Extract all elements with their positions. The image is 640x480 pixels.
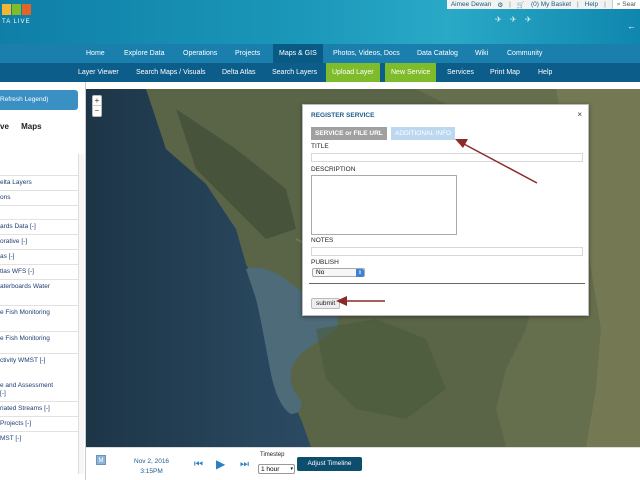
layer-item[interactable]: e Fish Monitoring: [0, 331, 78, 353]
nav-upload-layer[interactable]: Upload Layer: [326, 63, 380, 82]
submit-button[interactable]: submit: [311, 298, 341, 309]
time-text: 3:15PM: [140, 468, 163, 475]
logo-shape-orange: [22, 4, 31, 15]
publish-label: PUBLISH: [311, 259, 339, 266]
adjust-timeline-button[interactable]: Adjust Timeline: [297, 457, 362, 471]
nav-new-service[interactable]: New Service: [385, 63, 437, 82]
separator: |: [577, 1, 579, 8]
nav-delta-atlas[interactable]: Delta Atlas: [222, 63, 255, 82]
timestep-label: Timestep: [260, 452, 285, 458]
logo-shape-green: [12, 4, 21, 15]
separator: |: [509, 1, 511, 8]
nav-wiki[interactable]: Wiki: [475, 44, 488, 63]
delta-live-logo[interactable]: [2, 4, 31, 15]
nav-print-map[interactable]: Print Map: [490, 63, 520, 82]
nav-services[interactable]: Services: [447, 63, 474, 82]
help-link[interactable]: Help: [585, 1, 598, 8]
layer-item[interactable]: [-]: [0, 389, 78, 401]
refresh-legend-button[interactable]: Refresh Legend): [0, 90, 78, 110]
logo-shape-yellow: [2, 4, 11, 15]
arrow-left-icon[interactable]: ←: [627, 21, 636, 31]
chevron-down-icon: ⇕: [356, 269, 364, 277]
secondary-nav: Layer Viewer Search Maps / Visuals Delta…: [0, 63, 640, 82]
m-button[interactable]: M: [96, 455, 106, 465]
chevron-down-icon: ▾: [290, 466, 293, 472]
nav-home[interactable]: Home: [86, 44, 105, 63]
layer-item[interactable]: aterboards Water: [0, 279, 78, 305]
tab-service-or-file-url[interactable]: SERVICE or FILE URL: [311, 127, 387, 140]
sidebar-tabs: ve Maps: [0, 122, 52, 131]
layer-item[interactable]: MST [-]: [0, 431, 78, 446]
notes-input[interactable]: [311, 247, 583, 256]
timeline-date: Nov 2, 2016 3:15PM: [134, 457, 169, 477]
user-name-link[interactable]: Aimee Dewan: [451, 1, 491, 8]
nav-projects[interactable]: Projects: [235, 44, 260, 63]
tab-additional-info[interactable]: ADDITIONAL INFO: [391, 127, 456, 140]
nav-search-maps-visuals[interactable]: Search Maps / Visuals: [136, 63, 206, 82]
logo-text: TA LIVE: [2, 19, 31, 25]
layer-list: elta Layers ons ards Data [-] orative [-…: [0, 175, 78, 446]
step-forward-icon[interactable]: ⏭: [240, 459, 249, 470]
layer-item[interactable]: Projects [-]: [0, 416, 78, 431]
layer-item[interactable]: riated Streams [-]: [0, 401, 78, 416]
step-back-icon[interactable]: ⏮: [194, 459, 203, 470]
nav-maps-gis[interactable]: Maps & GIS: [273, 44, 323, 63]
search-box[interactable]: ⌕ Sear: [611, 0, 640, 9]
layer-item[interactable]: ons: [0, 190, 78, 205]
description-label: DESCRIPTION: [311, 166, 356, 173]
zoom-out-button[interactable]: −: [93, 106, 101, 116]
timeline-bar: M Nov 2, 2016 3:15PM ⏮ ▶ ⏭ Timestep 1 ho…: [86, 447, 640, 480]
primary-nav: Home Explore Data Operations Projects Ma…: [0, 44, 640, 63]
site-header: TA LIVE ✈ ✈ ✈ Aimee Dewan ⚙ | 🛒 (0) My B…: [0, 0, 640, 44]
basket-icon[interactable]: 🛒: [517, 1, 525, 9]
nav-photos-videos-docs[interactable]: Photos, Videos, Docs: [333, 44, 400, 63]
timestep-select[interactable]: 1 hour ▾: [258, 464, 295, 474]
zoom-in-button[interactable]: +: [93, 96, 101, 106]
layer-item[interactable]: orative [-]: [0, 234, 78, 249]
register-service-dialog: REGISTER SERVICE × SERVICE or FILE URL A…: [302, 104, 589, 316]
play-icon[interactable]: ▶: [216, 457, 225, 471]
map-zoom-control: + −: [92, 95, 102, 117]
nav-operations[interactable]: Operations: [183, 44, 217, 63]
tab-maps[interactable]: Maps: [21, 122, 41, 131]
search-placeholder: Sear: [622, 1, 636, 8]
description-textarea[interactable]: [311, 175, 457, 235]
publish-selected-value: No: [316, 269, 325, 276]
publish-select[interactable]: No ⇕: [312, 268, 365, 277]
nav-community[interactable]: Community: [507, 44, 542, 63]
birds-decoration-icon: ✈ ✈ ✈: [495, 15, 535, 24]
user-bar: Aimee Dewan ⚙ | 🛒 (0) My Basket | Help |…: [446, 0, 640, 9]
nav-explore-data[interactable]: Explore Data: [124, 44, 164, 63]
gear-icon[interactable]: ⚙: [497, 1, 503, 9]
layer-sidebar: Refresh Legend) ve Maps elta Layers ons …: [0, 82, 86, 480]
close-icon[interactable]: ×: [577, 110, 582, 119]
nav-data-catalog[interactable]: Data Catalog: [417, 44, 458, 63]
notes-label: NOTES: [311, 237, 334, 244]
tab-active[interactable]: ve: [0, 122, 9, 131]
nav-layer-viewer[interactable]: Layer Viewer: [78, 63, 119, 82]
date-text: Nov 2, 2016: [134, 458, 170, 465]
layer-item[interactable]: ctivity WMST [-]: [0, 353, 78, 379]
basket-link[interactable]: (0) My Basket: [531, 1, 571, 8]
nav-help[interactable]: Help: [538, 63, 552, 82]
layer-item[interactable]: e Fish Monitoring: [0, 305, 78, 331]
title-input[interactable]: [311, 153, 583, 162]
title-label: TITLE: [311, 143, 329, 150]
dialog-title: REGISTER SERVICE: [311, 112, 375, 119]
nav-search-layers[interactable]: Search Layers: [272, 63, 317, 82]
sidebar-scrollbar[interactable]: [78, 154, 84, 474]
layer-item[interactable]: ards Data [-]: [0, 219, 78, 234]
layer-item[interactable]: elta Layers: [0, 175, 78, 190]
separator: |: [604, 1, 606, 8]
layer-item[interactable]: as [-]: [0, 249, 78, 264]
layer-item[interactable]: [0, 205, 78, 219]
layer-item[interactable]: tlas WFS [-]: [0, 264, 78, 279]
layer-item[interactable]: e and Assessment: [0, 379, 78, 389]
timestep-value: 1 hour: [261, 466, 280, 473]
dialog-divider: [309, 283, 585, 284]
